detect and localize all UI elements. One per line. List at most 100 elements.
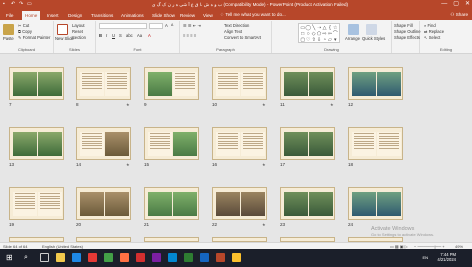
share-button[interactable]: ⚇ Share [450,11,468,18]
slide-thumbnail[interactable] [144,67,199,100]
text-line [354,135,374,137]
slide-sorter[interactable]: 7 8 ★ 9 10 ★ 11 ★ 12 13 14 ★ 15 16 ★ 17 18 19 20 21 22 ★ 23 24 [0,54,472,242]
slide-thumbnail[interactable] [348,127,403,160]
redo-icon[interactable]: ↷ [19,2,24,7]
save-icon[interactable]: ▪ [3,2,8,7]
app2-icon[interactable] [232,253,241,262]
word-icon[interactable] [200,253,209,262]
slide-thumbnail[interactable] [76,67,131,100]
slide-thumbnail[interactable] [280,127,335,160]
tab-view[interactable]: View [200,11,216,20]
reset-button[interactable]: Reset [72,29,83,34]
arrange-button[interactable]: Arrange [345,36,360,41]
underline-button[interactable]: U [112,33,115,38]
slide-thumbnail[interactable] [76,127,131,160]
shape-effects-button[interactable]: Shape Effects [394,35,420,40]
task-view-icon[interactable] [40,253,49,262]
slide-thumbnail[interactable] [280,187,335,220]
slide-thumbnail[interactable] [9,187,64,220]
align-text-button[interactable]: Align Text [224,29,242,34]
opera-icon[interactable] [88,253,97,262]
app-icon[interactable] [152,253,161,262]
slide-thumbnail[interactable] [212,127,267,160]
telegram-icon[interactable] [168,253,177,262]
tab-home[interactable]: Home [22,11,41,20]
arrange-icon[interactable] [348,24,359,35]
change-case-button[interactable]: Aa [137,33,142,38]
maximize-button[interactable]: ▢ [453,1,459,8]
bold-button[interactable]: B [99,33,102,38]
quick-styles-button[interactable]: Quick Styles [362,36,385,41]
cut-button[interactable]: ✂ Cut [18,23,29,28]
font-size-box[interactable] [149,23,163,29]
firefox-icon[interactable] [120,253,129,262]
start-slideshow-icon[interactable]: ▭ [27,2,32,7]
font-color-button[interactable]: A [148,33,151,38]
file-explorer-icon[interactable] [56,253,65,262]
tab-animations[interactable]: Animations [118,11,147,20]
slide-content [214,129,265,158]
slide-thumbnail[interactable] [212,67,267,100]
copy-button[interactable]: ⧉ Copy [18,29,32,34]
transition-star-icon[interactable]: ★ [126,162,130,167]
shape-outline-button[interactable]: Shape Outline [394,29,421,34]
replace-button[interactable]: ⇄ Replace [424,29,444,34]
shrink-font-button[interactable]: A [171,23,173,28]
shape-fill-button[interactable]: Shape Fill [394,23,413,28]
transition-star-icon[interactable]: ★ [262,222,266,227]
slide-thumbnail[interactable] [9,127,64,160]
convert-smartart-button[interactable]: Convert to SmartArt [224,35,261,40]
slide-thumbnail[interactable] [280,67,335,100]
transition-star-icon[interactable]: ★ [330,102,334,107]
edge-icon[interactable] [72,253,81,262]
clock[interactable]: 7:44 PM 4/21/2024 [437,252,456,262]
layout-button[interactable]: Layout [72,23,85,28]
search-icon[interactable]: ⌕ [24,253,33,262]
italic-button[interactable]: I [106,33,107,38]
new-slide-icon[interactable] [57,24,68,35]
tell-me-search[interactable]: ♢ Tell me what you want to do... [220,11,286,18]
slide-number: 24 [348,222,354,227]
tab-design[interactable]: Design [65,11,85,20]
slide-thumbnail[interactable] [348,187,403,220]
paste-icon[interactable] [3,24,14,35]
powerpoint-icon[interactable] [216,253,225,262]
tab-review[interactable]: Review [177,11,198,20]
slide-thumbnail[interactable] [348,67,403,100]
slide-thumbnail[interactable] [76,187,131,220]
transition-star-icon[interactable]: ★ [126,102,130,107]
transition-star-icon[interactable]: ★ [262,162,266,167]
tab-slide-show[interactable]: Slide Show [149,11,178,20]
section-button[interactable]: Section [72,35,86,40]
windows-start-icon[interactable]: ⊞ [6,253,15,262]
strikethrough-button[interactable]: S [119,33,122,38]
slide-thumbnail[interactable] [144,187,199,220]
character-spacing-button[interactable]: abc [126,33,133,38]
undo-icon[interactable]: ↶ [11,2,16,7]
font-name-box[interactable] [99,23,147,29]
media-icon[interactable] [136,253,145,262]
chrome-icon[interactable] [104,253,113,262]
slide-thumbnail[interactable] [144,127,199,160]
excel-icon[interactable] [184,253,193,262]
bullets-button[interactable]: ☰ ☰ ⇤ ⇥ [183,23,201,28]
shapes-gallery[interactable]: ▭ ◯ ╲ ➝ △ { ☆ □ ○ ◇ ⬠ ⇨ ⇦ ⌒ ▢ ♡ ⇧ ⇩ ◔ ▱ … [298,23,340,43]
minimize-button[interactable]: — [441,1,447,8]
align-buttons[interactable]: ≡ ≡ ≡ ≡ [183,33,196,38]
find-button[interactable]: ⌕ Find [424,23,436,28]
select-button[interactable]: ↖ Select [424,35,440,40]
text-direction-button[interactable]: Text Direction [224,23,249,28]
quick-styles-icon[interactable] [366,24,377,35]
paste-button[interactable]: Paste [3,36,14,41]
transition-star-icon[interactable]: ★ [262,102,266,107]
language-tray[interactable]: EN [422,255,428,260]
tab-file[interactable]: File [3,11,16,20]
more-shapes-icon[interactable]: ▾ [333,37,338,43]
format-painter-button[interactable]: ✎ Format Painter [18,35,50,40]
grow-font-button[interactable]: A [165,23,168,28]
slide-thumbnail[interactable] [212,187,267,220]
slide-thumbnail[interactable] [9,67,64,100]
tab-insert[interactable]: Insert [44,11,62,20]
tab-transitions[interactable]: Transitions [88,11,116,20]
close-button[interactable]: ✕ [465,1,470,8]
